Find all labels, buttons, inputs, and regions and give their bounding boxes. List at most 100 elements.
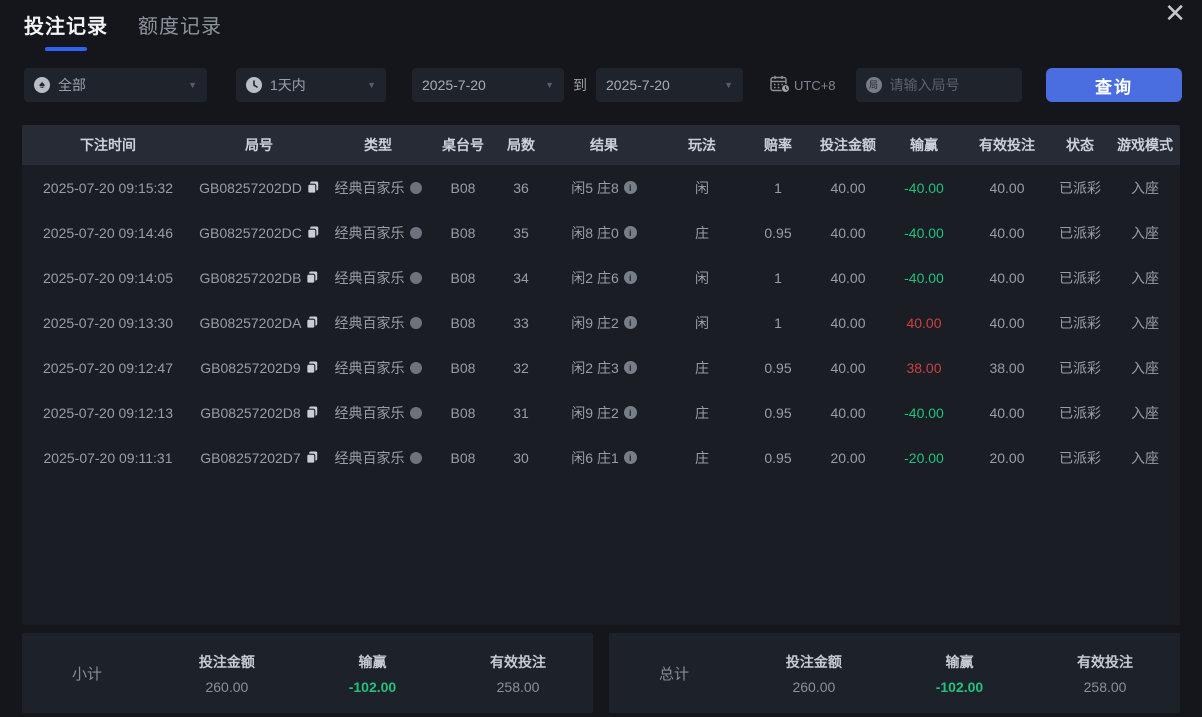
- table-row: 2025-07-20 09:11:31 GB08257202D7 经典百家乐 B…: [22, 435, 1180, 480]
- cell-game-type: 经典百家乐: [324, 223, 432, 243]
- cell-bet-amount: 40.00: [830, 224, 866, 241]
- copy-icon[interactable]: [306, 271, 318, 284]
- subtotal-box: 小计 投注金额 260.00 输赢 -102.00 有效投注 258.00: [22, 633, 593, 713]
- cell-win-loss: -40.00: [904, 179, 944, 196]
- cell-valid-bet: 40.00: [989, 314, 1025, 331]
- timezone-indicator: UTC+8: [770, 75, 836, 96]
- total-valid-bet: 有效投注 258.00: [1077, 653, 1134, 695]
- col-header-win-loss: 输赢: [910, 137, 938, 153]
- col-header-odds: 赔率: [764, 137, 792, 153]
- round-id-text: GB08257202DB: [199, 269, 302, 286]
- table-row: 2025-07-20 09:14:46 GB08257202DC 经典百家乐 B…: [22, 210, 1180, 255]
- total-win-loss: 输赢 -102.00: [935, 653, 984, 695]
- result-text: 闲6 庄1: [571, 449, 619, 466]
- cell-bet-time: 2025-07-20 09:14:05: [43, 269, 173, 286]
- cell-game-type: 经典百家乐: [324, 448, 432, 468]
- cell-result: 闲5 庄8 i: [548, 178, 660, 198]
- result-text: 闲9 庄2: [571, 404, 619, 421]
- cell-game-type: 经典百家乐: [324, 403, 432, 423]
- info-icon[interactable]: i: [623, 406, 637, 419]
- cell-valid-bet: 40.00: [989, 269, 1025, 286]
- date-to-select[interactable]: 2025-7-20 ▼: [596, 68, 743, 102]
- betting-records-dialog: 投注记录 额度记录 ✕ ♠ 全部 ▼ 1天内 ▼ 2025-7-20 ▼ 到 2…: [0, 0, 1202, 717]
- cell-status: 已派彩: [1059, 449, 1101, 466]
- tab-betting-records-label: 投注记录: [24, 16, 108, 38]
- tab-betting-records[interactable]: 投注记录: [24, 10, 108, 51]
- game-logo-icon: [409, 451, 422, 464]
- cell-win-loss: -20.00: [904, 449, 944, 466]
- info-icon[interactable]: i: [623, 361, 637, 374]
- cell-table-no: B08: [450, 314, 476, 331]
- cell-bet-time: 2025-07-20 09:12:47: [43, 359, 173, 376]
- cell-game-mode: 入座: [1131, 179, 1159, 196]
- cell-play: 庄: [695, 224, 709, 241]
- cell-win-loss: -40.00: [904, 224, 944, 241]
- copy-icon[interactable]: [305, 451, 318, 464]
- tab-quota-records[interactable]: 额度记录: [138, 10, 222, 51]
- col-header-round-id: 局号: [245, 137, 273, 153]
- round-badge-icon: 局: [865, 77, 882, 93]
- copy-icon[interactable]: [307, 226, 319, 239]
- game-type-text: 经典百家乐: [334, 314, 405, 331]
- game-type-text: 经典百家乐: [334, 179, 405, 196]
- chevron-down-icon: ▼: [188, 80, 197, 90]
- calendar-clock-icon: [770, 75, 794, 96]
- query-button[interactable]: 查询: [1046, 68, 1182, 102]
- time-range-select[interactable]: 1天内 ▼: [236, 68, 386, 102]
- col-header-type: 类型: [364, 137, 392, 153]
- cell-result: 闲9 庄2 i: [548, 403, 660, 423]
- copy-icon[interactable]: [306, 316, 318, 329]
- cell-round-no: 30: [513, 449, 529, 466]
- cell-game-mode: 入座: [1131, 359, 1159, 376]
- copy-icon[interactable]: [305, 406, 318, 419]
- cell-status: 已派彩: [1059, 269, 1101, 286]
- cell-table-no: B08: [450, 224, 476, 241]
- game-logo-icon: [409, 316, 422, 329]
- cell-valid-bet: 20.00: [989, 449, 1025, 466]
- info-icon[interactable]: i: [623, 451, 637, 464]
- round-id-search: 局: [855, 68, 1022, 102]
- cell-round-id: GB08257202DA: [194, 315, 324, 331]
- close-icon[interactable]: ✕: [1158, 0, 1192, 32]
- cell-win-loss: 38.00: [906, 359, 942, 376]
- active-tab-underline: [45, 47, 87, 51]
- cell-bet-time: 2025-07-20 09:15:32: [43, 179, 173, 196]
- cell-round-id: GB08257202D8: [194, 405, 324, 421]
- cell-win-loss: 40.00: [906, 314, 942, 331]
- game-logo-icon: [409, 406, 422, 419]
- cell-result: 闲2 庄6 i: [548, 268, 660, 288]
- round-id-text: GB08257202D8: [200, 404, 301, 421]
- game-type-value: 全部: [58, 77, 86, 93]
- cell-result: 闲9 庄2 i: [548, 313, 660, 333]
- info-icon[interactable]: i: [623, 316, 637, 329]
- cell-round-id: GB08257202DB: [194, 270, 324, 286]
- round-id-input[interactable]: [889, 77, 1000, 93]
- chevron-down-icon: ▼: [724, 80, 733, 90]
- cell-valid-bet: 38.00: [989, 359, 1025, 376]
- col-header-table-no: 桌台号: [442, 137, 484, 153]
- cell-bet-amount: 40.00: [830, 404, 866, 421]
- info-icon[interactable]: i: [623, 226, 637, 239]
- info-icon[interactable]: i: [623, 271, 637, 284]
- total-label: 总计: [658, 665, 689, 683]
- date-from-select[interactable]: 2025-7-20 ▼: [412, 68, 564, 102]
- table-row: 2025-07-20 09:14:05 GB08257202DB 经典百家乐 B…: [22, 255, 1180, 300]
- clock-icon: [246, 77, 262, 93]
- game-type-text: 经典百家乐: [334, 359, 405, 376]
- cell-round-no: 32: [513, 359, 529, 376]
- game-logo-icon: [409, 361, 422, 374]
- cell-game-mode: 入座: [1131, 449, 1159, 466]
- chevron-down-icon: ▼: [545, 80, 554, 90]
- info-icon[interactable]: i: [623, 181, 637, 194]
- copy-icon[interactable]: [307, 181, 319, 194]
- cell-odds: 1: [774, 314, 782, 331]
- cell-game-type: 经典百家乐: [324, 268, 432, 288]
- cell-game-mode: 入座: [1131, 224, 1159, 241]
- game-type-select[interactable]: ♠ 全部 ▼: [24, 68, 207, 102]
- cell-round-id: GB08257202D9: [194, 360, 324, 376]
- cell-bet-time: 2025-07-20 09:14:46: [43, 224, 173, 241]
- round-id-text: GB08257202DD: [199, 179, 302, 196]
- copy-icon[interactable]: [305, 361, 318, 374]
- col-header-round-no: 局数: [507, 137, 535, 153]
- cell-bet-amount: 40.00: [830, 359, 866, 376]
